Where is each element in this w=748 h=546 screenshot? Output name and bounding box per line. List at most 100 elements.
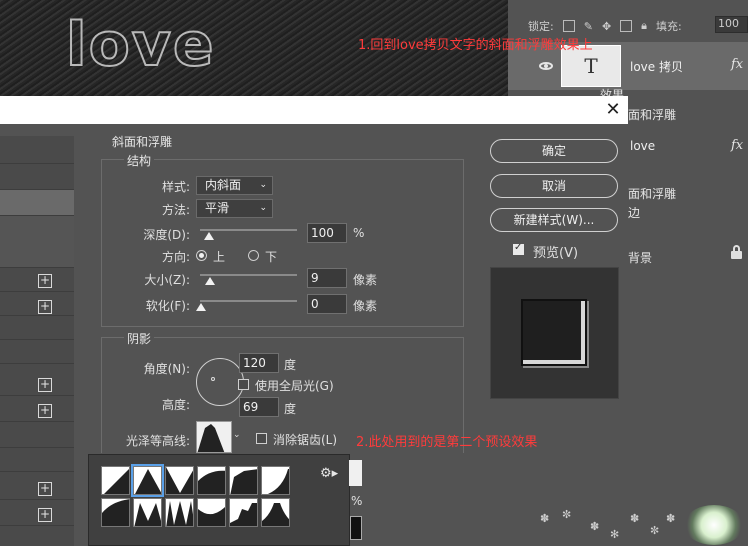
contour-preset-cone-inverted[interactable]	[165, 466, 194, 495]
fx-icon[interactable]: fx	[731, 138, 743, 153]
lock-paint-icon[interactable]: ✎	[584, 20, 593, 33]
depth-input[interactable]: 100	[307, 223, 347, 243]
visibility-eye-icon[interactable]	[539, 62, 553, 70]
add-effect-icon[interactable]: +	[38, 300, 52, 314]
add-effect-icon[interactable]: +	[38, 378, 52, 392]
lock-all-icon[interactable]: 🔒︎	[641, 19, 647, 33]
contour-preset-rolling-slope[interactable]	[197, 498, 226, 527]
list-item[interactable]	[0, 502, 74, 526]
altitude-label: 高度:	[161, 398, 190, 412]
contour-curve-icon	[262, 503, 289, 526]
list-item[interactable]	[0, 316, 74, 340]
size-slider[interactable]	[200, 274, 297, 276]
contour-preset-cove-deep[interactable]	[197, 466, 226, 495]
shadow-color-swatch[interactable]	[350, 516, 362, 540]
gear-icon[interactable]: ⚙︎▸	[320, 466, 338, 481]
altitude-input[interactable]: 69	[239, 397, 279, 417]
list-item[interactable]	[0, 398, 74, 422]
depth-label: 深度(D):	[143, 228, 190, 242]
soften-input[interactable]: 0	[307, 294, 347, 314]
style-select[interactable]: 内斜面 ⌄	[196, 176, 273, 195]
list-item[interactable]	[0, 292, 74, 316]
ok-button[interactable]: 确定	[490, 139, 618, 163]
contour-preset-sawtooth[interactable]	[229, 498, 258, 527]
list-item-selected[interactable]	[0, 190, 74, 216]
list-item[interactable]	[0, 340, 74, 364]
add-effect-icon[interactable]: +	[38, 508, 52, 522]
angle-label: 角度(N):	[143, 362, 190, 376]
list-item[interactable]	[0, 448, 74, 472]
dandelion-seed-icon: ✽	[540, 512, 550, 525]
angle-dial[interactable]	[196, 358, 244, 406]
method-select[interactable]: 平滑 ⌄	[196, 199, 273, 218]
depth-slider[interactable]	[200, 229, 297, 231]
style-list	[0, 136, 74, 546]
depth-slider-handle[interactable]	[204, 232, 214, 240]
altitude-unit: 度	[284, 402, 297, 416]
chevron-down-icon: ⌄	[259, 180, 267, 190]
close-icon[interactable]: ✕	[602, 99, 624, 121]
list-item[interactable]	[0, 216, 74, 268]
contour-preset-gaussian[interactable]	[261, 466, 290, 495]
angle-input[interactable]: 120	[239, 353, 279, 373]
layer-name-love-copy[interactable]: love 拷贝	[630, 58, 683, 75]
contour-preset-ring[interactable]	[133, 498, 162, 527]
size-input[interactable]: 9	[307, 268, 347, 288]
add-effect-icon[interactable]: +	[38, 404, 52, 418]
contour-preset-steps[interactable]	[261, 498, 290, 527]
direction-up-label: 上	[213, 250, 226, 264]
canvas-love-text: love	[65, 9, 216, 81]
preview-checkbox[interactable]	[513, 242, 524, 255]
global-light-checkbox[interactable]	[238, 379, 249, 390]
lock-toolbar: 锁定: ✎ ✥ 🔒︎ 填充:	[528, 18, 682, 34]
list-item[interactable]	[0, 136, 74, 164]
chevron-down-icon[interactable]: ⌄	[233, 430, 241, 440]
contour-curve-icon	[135, 469, 161, 494]
new-style-button[interactable]: 新建样式(W)...	[490, 208, 618, 232]
contour-preset-cove-shallow[interactable]	[229, 466, 258, 495]
gloss-contour-thumbnail[interactable]	[196, 421, 232, 453]
depth-unit: %	[353, 226, 365, 240]
antialias-checkbox[interactable]	[256, 433, 267, 444]
fx-icon[interactable]: fx	[731, 57, 743, 72]
contour-preset-linear[interactable]	[101, 466, 130, 495]
highlight-color-swatch[interactable]	[349, 460, 362, 486]
layer-name-background[interactable]: 背景	[628, 249, 652, 266]
lock-label: 锁定:	[528, 20, 554, 33]
direction-up-radio[interactable]	[196, 250, 207, 261]
lock-artboard-icon[interactable]	[620, 20, 633, 32]
list-item[interactable]	[0, 424, 74, 448]
fill-input[interactable]: 100	[715, 16, 748, 33]
list-item[interactable]	[0, 268, 74, 292]
soften-label: 软化(F):	[145, 299, 190, 313]
shading-legend: 阴影	[124, 330, 155, 347]
list-item[interactable]	[0, 372, 74, 396]
opacity-unit: %	[351, 494, 363, 508]
direction-down-radio[interactable]	[248, 250, 259, 261]
angle-dial-handle[interactable]	[211, 377, 215, 381]
contour-preset-half-round[interactable]	[101, 498, 130, 527]
angle-unit: 度	[284, 358, 297, 372]
contour-curve-icon	[134, 503, 161, 526]
layer-name-love[interactable]: love	[630, 139, 655, 153]
effect-bevel-emboss-1[interactable]: 面和浮雕	[628, 106, 676, 123]
lock-move-icon[interactable]: ✥	[602, 20, 611, 33]
cancel-button[interactable]: 取消	[490, 174, 618, 198]
contour-preset-ring-double[interactable]	[165, 498, 194, 527]
add-effect-icon[interactable]: +	[38, 274, 52, 288]
contour-preset-cone[interactable]	[131, 464, 164, 497]
lock-icon	[731, 245, 742, 259]
soften-slider[interactable]	[200, 300, 297, 302]
size-slider-handle[interactable]	[205, 277, 215, 285]
list-item[interactable]	[0, 476, 74, 500]
soften-slider-handle[interactable]	[196, 303, 206, 311]
effect-bevel-emboss-2[interactable]: 面和浮雕	[628, 185, 676, 202]
dandelion-seed-icon: ✽	[666, 512, 676, 525]
effect-stroke[interactable]: 边	[628, 204, 640, 221]
list-item[interactable]	[0, 164, 74, 190]
dandelion-seed-icon: ✻	[610, 528, 620, 541]
add-effect-icon[interactable]: +	[38, 482, 52, 496]
method-select-value: 平滑	[205, 201, 230, 215]
fill-label: 填充:	[656, 20, 682, 33]
lock-transparent-icon[interactable]	[562, 20, 575, 32]
